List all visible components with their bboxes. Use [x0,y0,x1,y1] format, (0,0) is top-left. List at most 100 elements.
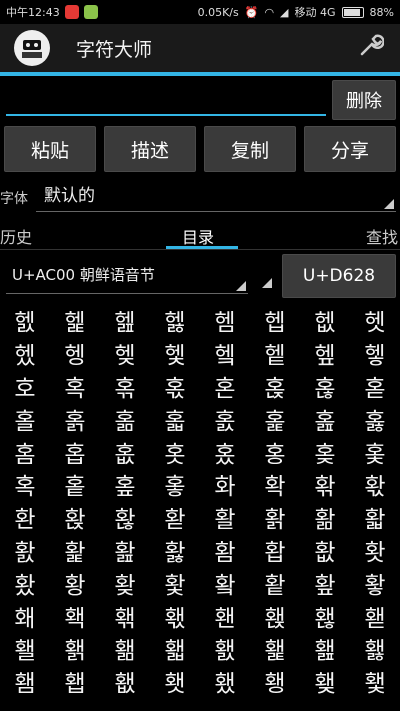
character-cell[interactable]: 헳 [150,304,200,337]
character-cell[interactable]: 헼 [200,337,250,370]
character-cell[interactable]: 홎 [300,435,350,468]
character-cell[interactable]: 홆 [300,402,350,435]
character-cell[interactable]: 헵 [250,304,300,337]
character-cell[interactable]: 홏 [350,435,400,468]
codepoint-button[interactable]: U+D628 [282,254,396,298]
character-cell[interactable]: 홻 [150,632,200,665]
character-cell[interactable]: 홓 [150,468,200,501]
character-cell[interactable]: 홃 [150,402,200,435]
character-cell[interactable]: 혾 [300,370,350,403]
character-cell[interactable]: 홯 [350,566,400,599]
delete-button[interactable]: 删除 [332,80,396,120]
character-cell[interactable]: 화 [200,468,250,501]
character-cell[interactable]: 헺 [100,337,150,370]
character-input[interactable] [6,84,326,116]
describe-button[interactable]: 描述 [104,126,196,172]
character-cell[interactable]: 황 [50,566,100,599]
character-cell[interactable]: 홼 [200,632,250,665]
character-cell[interactable]: 홭 [250,566,300,599]
app-icon[interactable] [14,30,50,66]
character-cell[interactable]: 홗 [350,468,400,501]
character-cell[interactable]: 홽 [250,632,300,665]
character-cell[interactable]: 홀 [0,402,50,435]
character-cell[interactable]: 홅 [250,402,300,435]
character-cell[interactable]: 홱 [50,599,100,632]
character-cell[interactable]: 홧 [350,534,400,567]
character-cell[interactable]: 홄 [200,402,250,435]
character-cell[interactable]: 홑 [50,468,100,501]
character-cell[interactable]: 홪 [100,566,150,599]
character-cell[interactable]: 홵 [250,599,300,632]
character-cell[interactable]: 홙 [50,501,100,534]
paste-button[interactable]: 粘贴 [4,126,96,172]
character-cell[interactable]: 홴 [200,599,250,632]
character-cell[interactable]: 횆 [300,665,350,698]
range-dropdown-icon[interactable] [262,278,272,288]
character-cell[interactable]: 횇 [350,665,400,698]
character-cell[interactable]: 횅 [250,665,300,698]
character-cell[interactable]: 홈 [0,435,50,468]
character-cell[interactable]: 활 [200,501,250,534]
character-cell[interactable]: 헰 [0,304,50,337]
character-cell[interactable]: 헲 [100,304,150,337]
tab-search[interactable]: 查找 [366,224,398,248]
character-cell[interactable]: 횄 [200,665,250,698]
character-cell[interactable]: 혿 [350,370,400,403]
character-cell[interactable]: 헿 [350,337,400,370]
character-cell[interactable]: 홁 [50,402,100,435]
character-cell[interactable]: 홫 [150,566,200,599]
character-cell[interactable]: 홦 [300,534,350,567]
character-cell[interactable]: 횂 [100,665,150,698]
share-button[interactable]: 分享 [304,126,396,172]
character-cell[interactable]: 홠 [0,534,50,567]
character-cell[interactable]: 헻 [150,337,200,370]
character-cell[interactable]: 홡 [50,534,100,567]
character-cell[interactable]: 헽 [250,337,300,370]
character-cell[interactable]: 홣 [150,534,200,567]
character-cell[interactable]: 헶 [300,304,350,337]
character-cell[interactable]: 혹 [0,468,50,501]
character-cell[interactable]: 홮 [300,566,350,599]
character-cell[interactable]: 홶 [300,599,350,632]
character-cell[interactable]: 횀 [0,665,50,698]
character-cell[interactable]: 헸 [0,337,50,370]
character-cell[interactable]: 홉 [50,435,100,468]
character-cell[interactable]: 홿 [350,632,400,665]
character-cell[interactable]: 혽 [250,370,300,403]
character-cell[interactable]: 홬 [200,566,250,599]
character-cell[interactable]: 홺 [100,632,150,665]
character-cell[interactable]: 혺 [100,370,150,403]
character-cell[interactable]: 횁 [50,665,100,698]
character-cell[interactable]: 홰 [0,599,50,632]
character-cell[interactable]: 홌 [200,435,250,468]
character-cell[interactable]: 헱 [50,304,100,337]
character-cell[interactable]: 횃 [150,665,200,698]
tab-history[interactable]: 历史 [0,224,32,248]
character-cell[interactable]: 홋 [150,435,200,468]
character-cell[interactable]: 홚 [100,501,150,534]
wrench-icon[interactable] [358,32,385,64]
character-cell[interactable]: 홳 [150,599,200,632]
character-cell[interactable]: 홥 [250,534,300,567]
character-cell[interactable]: 혻 [150,370,200,403]
copy-button[interactable]: 复制 [204,126,296,172]
character-cell[interactable]: 환 [0,501,50,534]
character-cell[interactable]: 홇 [350,402,400,435]
character-cell[interactable]: 헴 [200,304,250,337]
tab-directory[interactable]: 目录 [182,224,214,248]
font-select[interactable]: 默认的 [36,180,396,212]
character-cell[interactable]: 확 [250,468,300,501]
character-cell[interactable]: 홤 [200,534,250,567]
character-cell[interactable]: 헹 [50,337,100,370]
character-cell[interactable]: 홾 [300,632,350,665]
block-select[interactable]: U+AC00 朝鲜语音节 [6,254,248,294]
character-cell[interactable]: 헾 [300,337,350,370]
character-cell[interactable]: 홲 [100,599,150,632]
character-cell[interactable]: 혼 [200,370,250,403]
character-cell[interactable]: 헷 [350,304,400,337]
character-cell[interactable]: 홹 [50,632,100,665]
character-cell[interactable]: 홖 [300,468,350,501]
character-cell[interactable]: 홟 [350,501,400,534]
character-cell[interactable]: 홂 [100,402,150,435]
character-cell[interactable]: 홊 [100,435,150,468]
